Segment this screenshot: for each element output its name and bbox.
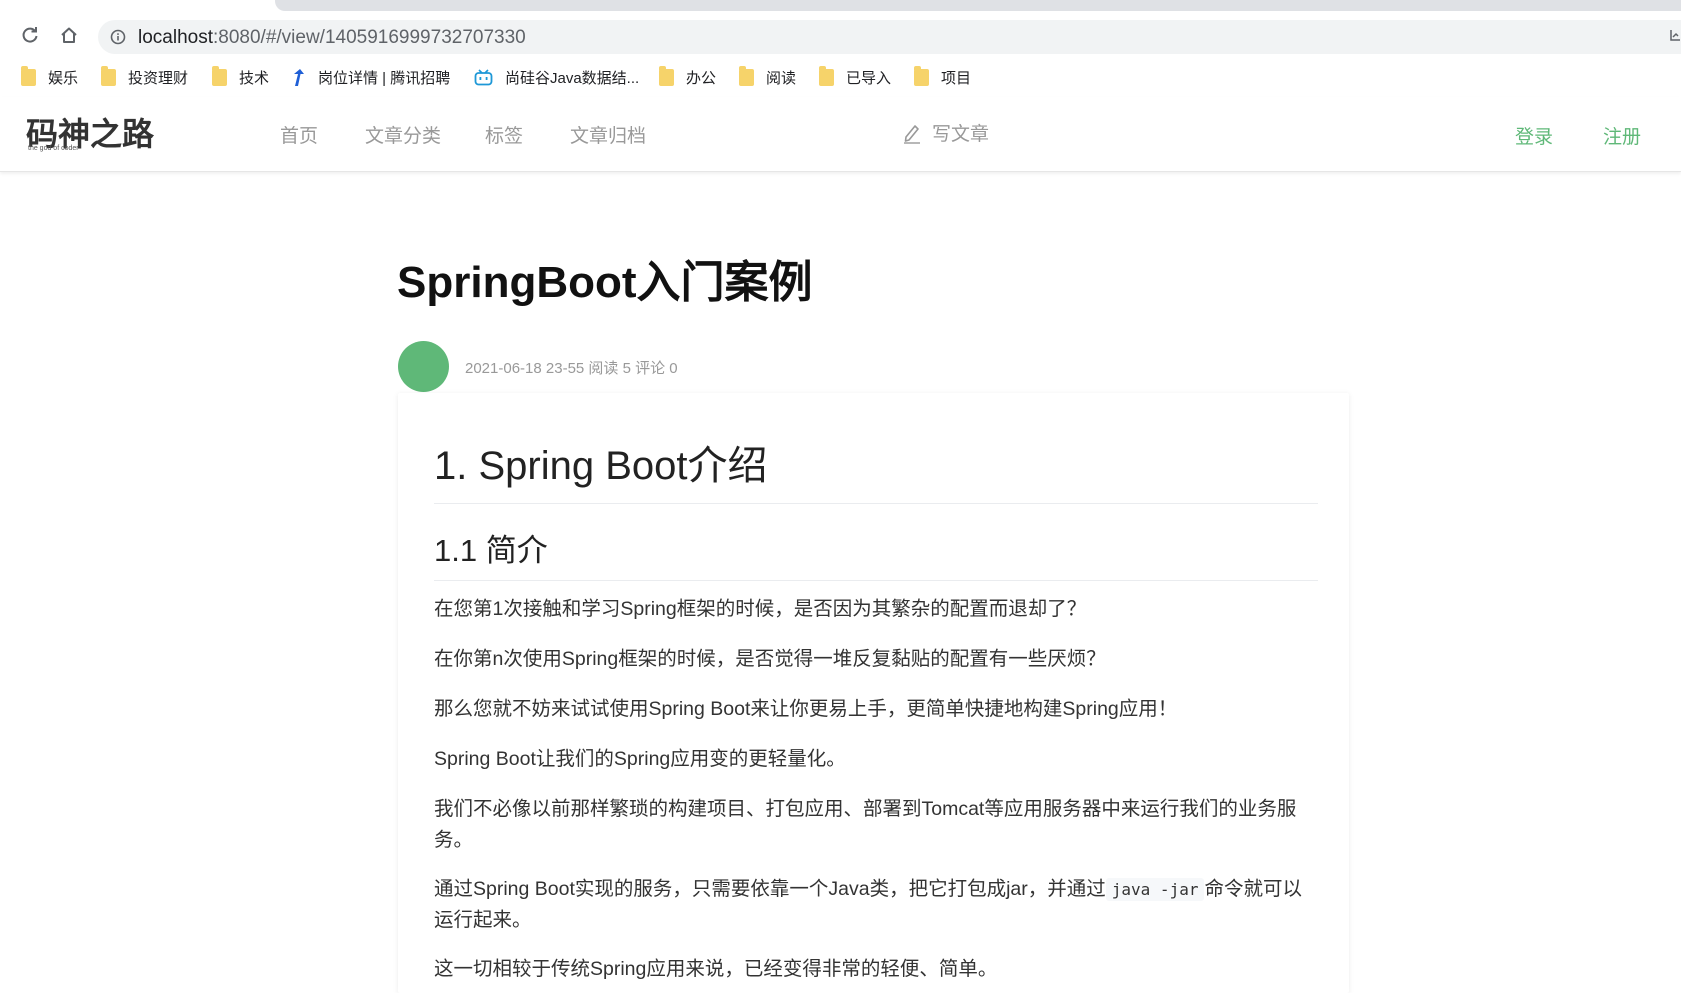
paragraph: 那么您就不妨来试试使用Spring Boot来让你更易上手，更简单快捷地构建Sp… <box>434 698 1178 720</box>
login-link[interactable]: 登录 <box>1515 122 1553 149</box>
bookmark-tech[interactable]: 技术 <box>212 65 269 89</box>
url-text[interactable]: localhost:8080/#/view/140591699973270733… <box>138 27 526 49</box>
content-heading-2: 1.1 简介 <box>434 525 1318 581</box>
bookmark-label: 投资理财 <box>128 69 189 87</box>
browser-tab-strip <box>0 0 1681 12</box>
nav-archive[interactable]: 文章归档 <box>570 121 646 148</box>
nav-categories[interactable]: 文章分类 <box>365 121 441 148</box>
bilibili-icon <box>474 68 493 86</box>
bookmark-label: 阅读 <box>766 69 797 87</box>
browser-toolbar: localhost:8080/#/view/140591699973270733… <box>0 12 1681 57</box>
extension-icon[interactable] <box>1669 28 1681 47</box>
folder-icon <box>659 65 674 86</box>
article-content: 1. Spring Boot介绍 1.1 简介 在您第1次接触和学习Spring… <box>398 393 1349 993</box>
bookmark-label: 娱乐 <box>48 69 79 87</box>
logo-subtitle: the god of coder <box>28 145 79 152</box>
author-avatar[interactable] <box>398 341 449 392</box>
folder-icon <box>914 65 929 86</box>
paragraph: 我们不必像以前那样繁琐的构建项目、打包应用、部署到Tomcat等应用服务器中来运… <box>434 798 1297 851</box>
reload-icon[interactable] <box>15 20 45 50</box>
bookmark-tencent-jobs[interactable]: 岗位详情 | 腾讯招聘 <box>291 65 450 89</box>
site-header: 码神之路 the god of coder 首页 文章分类 标签 文章归档 写文… <box>0 97 1681 172</box>
bookmark-label: 项目 <box>941 69 972 87</box>
home-icon[interactable] <box>54 20 84 50</box>
bookmark-projects[interactable]: 项目 <box>914 65 971 89</box>
folder-icon <box>212 65 227 86</box>
write-label: 写文章 <box>932 124 990 145</box>
bookmark-label: 办公 <box>686 69 717 87</box>
url-path: :8080/#/view/1405916999732707330 <box>213 27 526 48</box>
folder-icon <box>739 65 754 86</box>
paragraph: Spring Boot让我们的Spring应用变的更轻量化。 <box>434 748 846 770</box>
bookmark-entertainment[interactable]: 娱乐 <box>21 65 78 89</box>
paragraph-text: 通过Spring Boot实现的服务，只需要依靠一个Java类，把它打包成jar… <box>434 878 1106 900</box>
content-heading-1: 1. Spring Boot介绍 <box>434 433 1318 504</box>
inline-code: java -jar <box>1105 878 1205 901</box>
bookmark-label: 尚硅谷Java数据结... <box>505 69 640 87</box>
folder-icon <box>101 65 116 86</box>
paragraph: 通过Spring Boot实现的服务，只需要依靠一个Java类，把它打包成jar… <box>434 874 1318 936</box>
paragraph: 这一切相较于传统Spring应用来说，已经变得非常的轻便、简单。 <box>434 958 998 980</box>
paragraph: 在你第n次使用Spring框架的时候，是否觉得一堆反复黏贴的配置有一些厌烦？ <box>434 648 1106 670</box>
tab-bar <box>275 0 1681 11</box>
bookmark-investment[interactable]: 投资理财 <box>101 65 188 89</box>
bookmark-atguigu[interactable]: 尚硅谷Java数据结... <box>474 65 639 89</box>
register-link[interactable]: 注册 <box>1603 122 1641 149</box>
bookmark-label: 已导入 <box>846 69 892 87</box>
address-bar[interactable]: localhost:8080/#/view/140591699973270733… <box>98 20 1681 54</box>
tencent-arrow-icon <box>291 68 306 87</box>
folder-icon <box>21 65 36 86</box>
article-meta: 2021-06-18 23-55 阅读 5 评论 0 <box>465 360 678 377</box>
bookmark-imported[interactable]: 已导入 <box>819 65 891 89</box>
nav-tags[interactable]: 标签 <box>485 121 523 148</box>
bookmark-label: 技术 <box>239 69 270 87</box>
write-article-button[interactable]: 写文章 <box>902 119 989 146</box>
bookmarks-bar: 娱乐 投资理财 技术 岗位详情 | 腾讯招聘 尚硅谷Java数据结... 办公 … <box>0 57 1681 98</box>
bookmark-office[interactable]: 办公 <box>659 65 716 89</box>
pencil-icon <box>902 122 922 144</box>
paragraph: 在您第1次接触和学习Spring框架的时候，是否因为其繁杂的配置而退却了？ <box>434 598 1087 620</box>
nav-home[interactable]: 首页 <box>280 121 318 148</box>
folder-icon <box>819 65 834 86</box>
url-host: localhost <box>138 27 213 48</box>
bookmark-label: 岗位详情 | 腾讯招聘 <box>318 69 451 87</box>
bookmark-reading[interactable]: 阅读 <box>739 65 796 89</box>
site-info-icon[interactable] <box>110 29 126 50</box>
article-title: SpringBoot入门案例 <box>397 258 813 307</box>
site-logo[interactable]: 码神之路 the god of coder <box>26 109 166 155</box>
